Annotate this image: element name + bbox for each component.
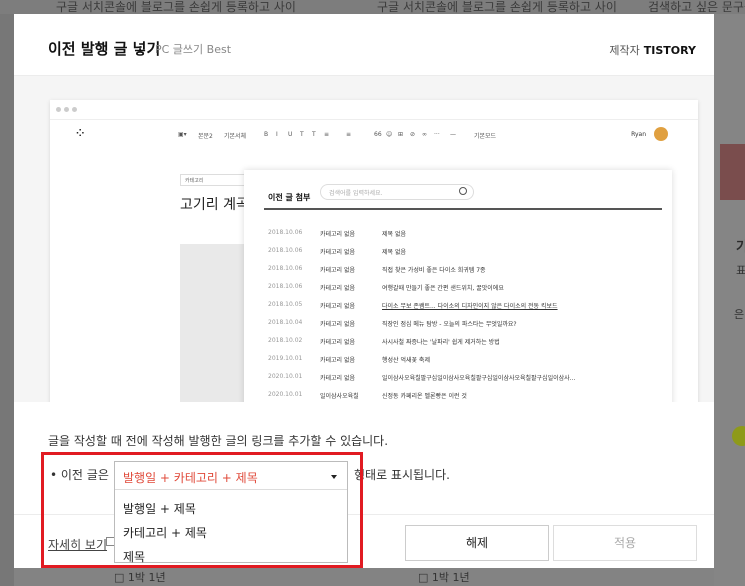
toolbar-more: ··· — [434, 131, 440, 138]
row-title: 일이삼사오육칠팔구십일이삼사오육칠팔구십일이삼사오육칠팔구십일이삼사... — [382, 375, 576, 382]
row-date: 2018.10.05 — [268, 301, 303, 308]
attach-search: 검색어를 입력하세요. — [320, 184, 474, 200]
window-dot-icon — [56, 107, 61, 112]
toolbar-strike: T — [300, 131, 304, 138]
toolbar-divider: — — [450, 131, 456, 138]
background-left-edge — [0, 14, 14, 586]
apply-button[interactable]: 적용 — [553, 525, 697, 561]
toolbar-special: ⊘ — [410, 131, 416, 138]
row-title: 신정동 카페리온 멜론빵은 이런 것 — [382, 393, 467, 400]
attach-search-placeholder: 검색어를 입력하세요. — [329, 190, 383, 197]
preview-attach-panel: 이전 글 첨부 검색어를 입력하세요. 2018.10.06 카테고리 없음 제목 … — [244, 170, 672, 402]
row-category: 카테고리 없음 — [320, 231, 356, 238]
row-date: 2018.10.06 — [268, 283, 303, 290]
background-text: 표 — [736, 264, 745, 277]
toolbar-list: ≡ — [346, 131, 352, 138]
row-category: 카테고리 없음 — [320, 303, 356, 310]
row-category: 카테고리 없음 — [320, 357, 356, 364]
preview-toolbar: ⁘ ▣▾ 본문2 기본서체 B I U T T ≡ ≡ 66 ☺ ⊞ ⊘ ∞ ·… — [50, 120, 698, 148]
preview-window-bar — [50, 100, 698, 120]
background-text: 기 — [736, 240, 745, 255]
toolbar-emoji: ☺ — [386, 131, 393, 138]
modal-header: 이전 발행 글 넣기 PC 글쓰기 Best 제작자 TISTORY — [14, 14, 714, 76]
background-right-edge: 기 표 은 — [714, 14, 745, 586]
row-title: 직접 찾은 가성비 좋은 다이소 희귀템 7종 — [382, 267, 486, 274]
background-thumbnail — [720, 144, 745, 200]
highlight-box — [41, 452, 363, 568]
background-top-strip: 구글 서치콘솔에 블로그를 손쉽게 등록하고 사이 구글 서치콘솔에 블로그를 … — [0, 0, 745, 14]
window-dot-icon — [72, 107, 77, 112]
row-date: 2018.10.06 — [268, 265, 303, 272]
toolbar-underline: U — [288, 131, 293, 138]
row-title: 여행갈때 만들기 좋은 간편 샌드위치, 꿀맛이에요 — [382, 285, 504, 292]
row-title: 제목 없음 — [382, 231, 406, 238]
row-date: 2018.10.06 — [268, 229, 303, 236]
modal-subtitle: PC 글쓰기 Best — [155, 43, 232, 56]
maker-name: TISTORY — [643, 44, 696, 57]
toolbar-align: ≡ — [324, 131, 330, 138]
release-button[interactable]: 해제 — [405, 525, 549, 561]
description-text: 글을 작성할 때 전에 작성해 발행한 글의 링크를 추가할 수 있습니다. — [48, 434, 389, 448]
modal-title: 이전 발행 글 넣기 — [48, 40, 161, 58]
row-date: 2018.10.06 — [268, 247, 303, 254]
row-title: 제목 없음 — [382, 249, 406, 256]
toolbar-table: ⊞ — [398, 131, 404, 138]
maker-info: 제작자 TISTORY — [609, 42, 696, 58]
toolbar-bold: B — [264, 131, 269, 138]
toolbar-link: ∞ — [422, 131, 427, 138]
avatar — [654, 127, 668, 141]
background-text: □ 1박 1년 — [418, 571, 470, 584]
row-category: 카테고리 없음 — [320, 375, 356, 382]
row-date: 2018.10.04 — [268, 319, 303, 326]
background-text: □ 1박 1년 — [114, 571, 166, 584]
tistory-logo-icon: ⁘ — [76, 128, 85, 139]
background-post-title: 검색하고 싶은 문구를 — [648, 0, 745, 14]
row-category: 카테고리 없음 — [320, 285, 356, 292]
row-category: 카테고리 없음 — [320, 249, 356, 256]
background-circle — [732, 426, 745, 446]
toolbar-italic: I — [276, 131, 278, 138]
maker-label: 제작자 — [609, 44, 640, 57]
preview-author: Ryan — [631, 131, 646, 138]
row-category: 일이삼사오육칠 — [320, 393, 359, 400]
row-title: 사시사철 짜증나는 '날파리' 쉽게 제거하는 방법 — [382, 339, 500, 346]
toolbar-paragraph: 본문2 — [198, 133, 213, 140]
window-dot-icon — [64, 107, 69, 112]
row-category: 카테고리 없음 — [320, 339, 356, 346]
background-text: 은 — [734, 308, 745, 321]
row-date: 2018.10.02 — [268, 337, 303, 344]
toolbar-font: 기본서체 — [224, 133, 247, 140]
insert-previous-post-modal: 이전 발행 글 넣기 PC 글쓰기 Best 제작자 TISTORY ⁘ ▣▾ 본… — [14, 14, 714, 586]
attach-divider — [264, 208, 662, 210]
feature-preview: ⁘ ▣▾ 본문2 기본서체 B I U T T ≡ ≡ 66 ☺ ⊞ ⊘ ∞ ·… — [14, 76, 714, 402]
background-bottom-strip: □ 1박 1년 □ 1박 1년 — [14, 568, 714, 586]
row-category: 카테고리 없음 — [320, 267, 356, 274]
row-title: 다이소 무보 존쌤트... 다이소의 디자인이지 않은 다이소의 전동 킥보드 — [382, 303, 558, 310]
row-date: 2020.10.01 — [268, 391, 303, 398]
row-category: 카테고리 없음 — [320, 321, 356, 328]
toolbar-mode: 기본모드 — [474, 133, 497, 140]
row-title: 행성산 억새꽃 축제 — [382, 357, 430, 364]
toolbar-image-icon: ▣▾ — [178, 131, 187, 138]
row-date: 2019.10.01 — [268, 355, 303, 362]
search-icon — [459, 187, 467, 195]
background-post-title: 구글 서치콘솔에 블로그를 손쉽게 등록하고 사이 — [377, 0, 617, 14]
row-date: 2020.10.01 — [268, 373, 303, 380]
attach-title: 이전 글 첨부 — [268, 193, 311, 202]
toolbar-color: T — [312, 131, 316, 138]
background-post-title: 구글 서치콘솔에 블로그를 손쉽게 등록하고 사이 — [56, 0, 296, 14]
format-suffix-text: 형태로 표시됩니다. — [354, 468, 450, 482]
row-title: 직장인 점심 메뉴 탐방 - 오늘의 파스타는 무엇일까요? — [382, 321, 517, 328]
toolbar-quote: 66 — [374, 131, 382, 138]
